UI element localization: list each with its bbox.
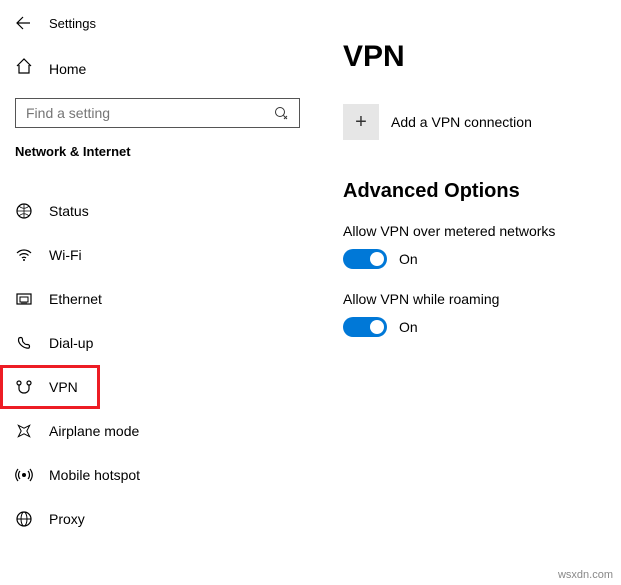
wifi-icon [15, 246, 33, 264]
sidebar-item-dialup[interactable]: Dial-up [0, 321, 315, 365]
sidebar-item-proxy[interactable]: Proxy [0, 497, 315, 541]
sidebar-item-label: Ethernet [49, 291, 102, 307]
add-button[interactable]: + [343, 104, 379, 140]
toggle-roaming-state: On [399, 319, 418, 335]
sidebar: Settings Home Network & Internet Stat [0, 0, 315, 585]
sidebar-item-airplane[interactable]: Airplane mode [0, 409, 315, 453]
sidebar-item-label: Dial-up [49, 335, 93, 351]
back-arrow-icon [15, 15, 31, 31]
search-input[interactable] [26, 105, 273, 121]
status-icon [15, 202, 33, 220]
option-metered-label: Allow VPN over metered networks [343, 223, 621, 239]
page-title: VPN [343, 40, 621, 74]
sidebar-item-label: Wi-Fi [49, 247, 82, 263]
add-vpn-label: Add a VPN connection [391, 114, 532, 130]
dialup-icon [15, 334, 33, 352]
sidebar-item-vpn[interactable]: VPN [0, 365, 100, 409]
sidebar-item-ethernet[interactable]: Ethernet [0, 277, 315, 321]
search-icon [273, 105, 289, 121]
sidebar-item-label: Mobile hotspot [49, 467, 140, 483]
proxy-icon [15, 510, 33, 528]
sidebar-item-label: Status [49, 203, 89, 219]
home-nav-item[interactable]: Home [0, 49, 315, 88]
sidebar-item-label: Proxy [49, 511, 85, 527]
main-content: VPN + Add a VPN connection Advanced Opti… [315, 0, 621, 585]
window-title: Settings [49, 16, 96, 31]
sidebar-item-wifi[interactable]: Wi-Fi [0, 233, 315, 277]
watermark: wsxdn.com [558, 569, 613, 581]
sidebar-item-status[interactable]: Status [0, 189, 315, 233]
vpn-icon [15, 378, 33, 396]
titlebar: Settings [0, 15, 315, 31]
toggle-metered[interactable] [343, 249, 387, 269]
back-button[interactable] [15, 15, 31, 31]
sidebar-item-hotspot[interactable]: Mobile hotspot [0, 453, 315, 497]
airplane-icon [15, 422, 33, 440]
add-vpn-connection[interactable]: + Add a VPN connection [343, 104, 621, 140]
option-metered: Allow VPN over metered networks On [343, 223, 621, 269]
advanced-options-heading: Advanced Options [343, 180, 621, 203]
ethernet-icon [15, 290, 33, 308]
section-header: Network & Internet [0, 144, 315, 169]
home-icon [15, 57, 33, 80]
option-roaming: Allow VPN while roaming On [343, 291, 621, 337]
sidebar-item-label: VPN [49, 379, 78, 395]
plus-icon: + [355, 111, 367, 134]
hotspot-icon [15, 466, 33, 484]
option-roaming-label: Allow VPN while roaming [343, 291, 621, 307]
search-box[interactable] [15, 98, 300, 128]
toggle-roaming[interactable] [343, 317, 387, 337]
sidebar-item-label: Airplane mode [49, 423, 139, 439]
home-label: Home [49, 61, 86, 77]
toggle-metered-state: On [399, 251, 418, 267]
